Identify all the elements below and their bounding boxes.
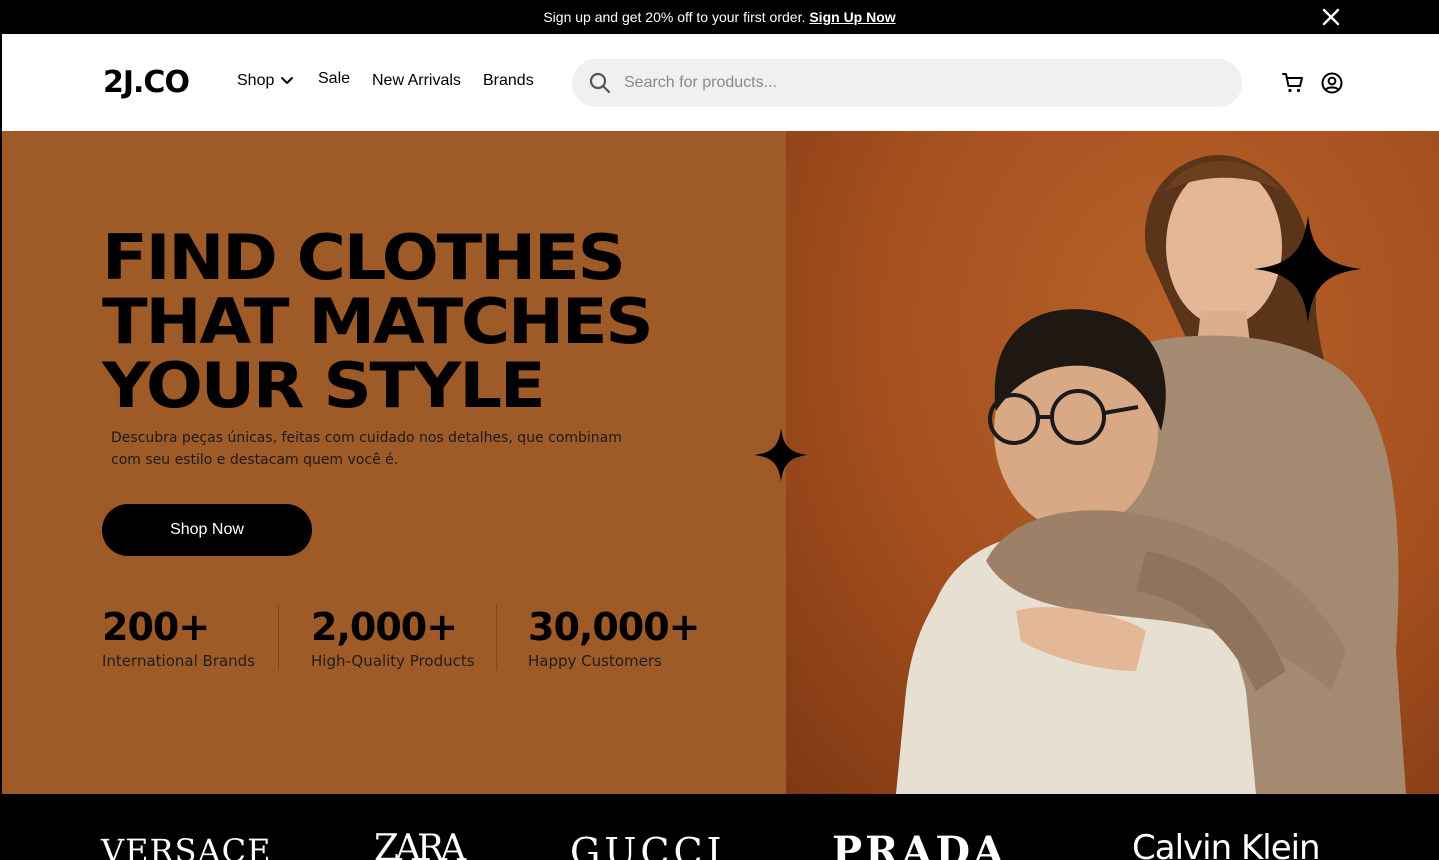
brand-logo-prada[interactable]: PRADA	[832, 828, 1007, 860]
nav-brands[interactable]: Brands	[483, 72, 534, 90]
brand-logo-zara[interactable]: ZARA	[374, 828, 466, 860]
chevron-down-icon	[281, 77, 294, 84]
brand-logo-gucci[interactable]: GUCCI	[570, 830, 726, 860]
hero-title-line: YOUR STYLE	[102, 349, 546, 422]
nav-new-arrivals[interactable]: New Arrivals	[372, 72, 461, 90]
logo[interactable]: 2J.CO	[103, 65, 190, 100]
sparkle-icon	[754, 428, 808, 482]
announcement-bar: Sign up and get 20% off to your first or…	[0, 0, 1439, 34]
close-announcement-button[interactable]	[1321, 7, 1341, 27]
search-bar	[572, 59, 1242, 107]
search-icon	[589, 72, 611, 94]
site-header: 2J.CO Shop Sale New Arrivals Brands	[0, 34, 1439, 131]
stat-customers: 30,000+ Happy Customers	[496, 604, 700, 670]
stats-row: 200+ International Brands 2,000+ High-Qu…	[102, 604, 700, 670]
nav-shop-label: Shop	[237, 72, 275, 89]
cart-icon[interactable]	[1281, 71, 1305, 95]
stat-products: 2,000+ High-Quality Products	[278, 604, 496, 670]
hero-section: FIND CLOTHES THAT MATCHES YOUR STYLE Des…	[0, 131, 1439, 794]
close-icon	[1322, 8, 1340, 26]
brand-logo-calvin-klein[interactable]: Calvin Klein	[1132, 828, 1321, 860]
brand-logo-versace[interactable]: VERSACE	[101, 832, 271, 860]
search-input[interactable]	[624, 74, 1184, 92]
announcement-text: Sign up and get 20% off to your first or…	[543, 9, 806, 25]
hero-title: FIND CLOTHES THAT MATCHES YOUR STYLE	[102, 226, 772, 418]
hero-title-line: THAT MATCHES	[102, 285, 654, 358]
stat-label: High-Quality Products	[311, 652, 475, 670]
nav-sale[interactable]: Sale	[318, 70, 350, 88]
stat-label: International Brands	[102, 652, 255, 670]
stat-value: 200+	[102, 605, 210, 649]
shop-now-button[interactable]: Shop Now	[102, 504, 312, 556]
account-icon[interactable]	[1320, 71, 1344, 95]
stat-value: 2,000+	[311, 605, 458, 649]
stat-brands: 200+ International Brands	[102, 604, 278, 670]
hero-title-line: FIND CLOTHES	[102, 221, 626, 294]
brand-logos-strip: VERSACE ZARA GUCCI PRADA Calvin Klein	[0, 794, 1439, 860]
stat-label: Happy Customers	[528, 652, 662, 670]
stat-value: 30,000+	[528, 605, 700, 649]
nav-shop[interactable]: Shop	[237, 72, 294, 90]
sparkle-icon	[1254, 215, 1362, 323]
sign-up-link[interactable]: Sign Up Now	[809, 9, 895, 25]
hero-description: Descubra peças únicas, feitas com cuidad…	[111, 430, 622, 468]
